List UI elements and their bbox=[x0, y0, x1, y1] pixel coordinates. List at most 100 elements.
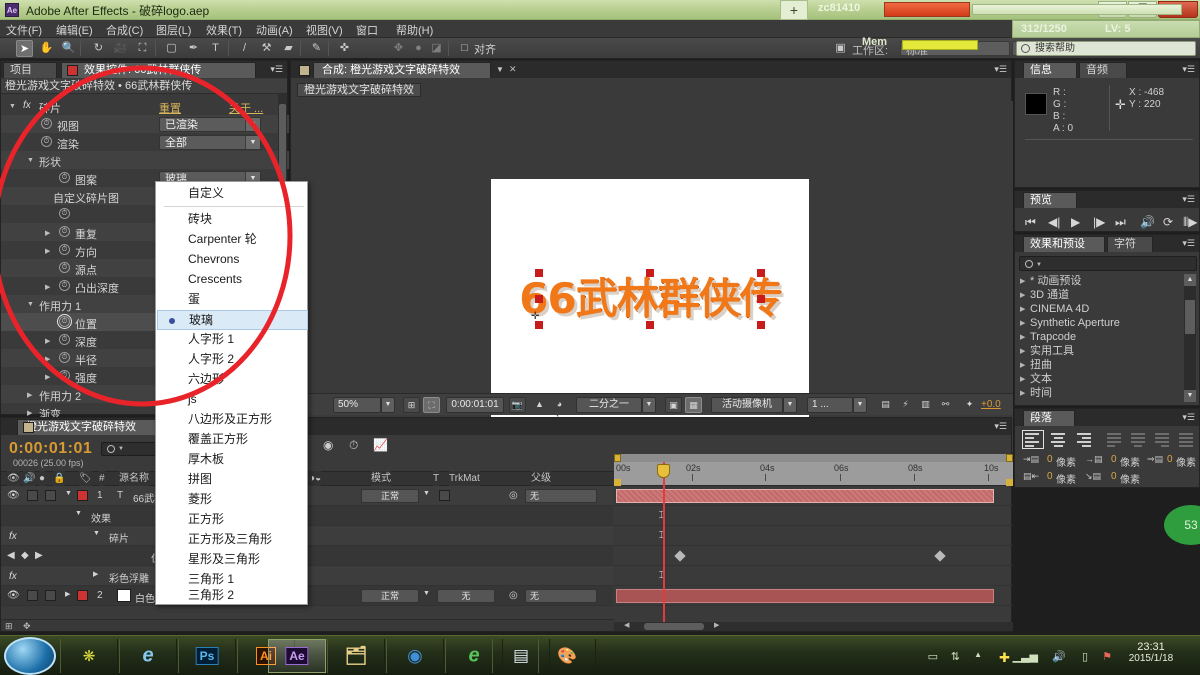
zoom-tool-icon[interactable]: 🔍 bbox=[60, 40, 77, 57]
col-label-icon[interactable]: 🏷 bbox=[79, 471, 92, 486]
effects-item-cinema4d[interactable]: ▶ CINEMA 4D bbox=[1016, 302, 1183, 316]
chevron-right-icon[interactable]: ▶ bbox=[45, 229, 50, 237]
scroll-down-icon[interactable]: ▼ bbox=[1184, 390, 1196, 402]
grid-guides-icon[interactable]: ⊞ bbox=[403, 397, 420, 413]
menu-item-hexagon[interactable]: 六边形 bbox=[157, 370, 308, 390]
minimize-button[interactable]: — bbox=[1098, 1, 1127, 18]
keyframe-toggle-icon[interactable]: ◆ bbox=[21, 550, 29, 561]
transparency-grid-icon[interactable]: ▦ bbox=[685, 397, 702, 413]
menu-item-square[interactable]: 正方形 bbox=[157, 510, 308, 530]
scrollbar-thumb[interactable] bbox=[644, 623, 704, 630]
chevron-right-icon[interactable]: ▶ bbox=[1020, 347, 1025, 355]
menu-item-egg[interactable]: 蛋 bbox=[157, 290, 308, 310]
align-center-icon[interactable] bbox=[1049, 431, 1069, 448]
prev-keyframe-icon[interactable]: ◀ bbox=[7, 550, 15, 561]
region-icon[interactable]: ▣ bbox=[665, 397, 682, 413]
panel-menu-icon[interactable]: ▾☰ bbox=[1182, 64, 1195, 75]
time-range-end[interactable] bbox=[1006, 479, 1013, 486]
effect-row-shape-group[interactable]: ▼ 形状 bbox=[1, 151, 289, 169]
tray-network-activity-icon[interactable]: ⇅ bbox=[951, 650, 960, 663]
stopwatch-icon[interactable]: ⏱ bbox=[59, 334, 70, 345]
effect-name[interactable]: 碎片 bbox=[109, 530, 129, 545]
start-button[interactable] bbox=[4, 637, 56, 675]
chevron-right-icon[interactable]: ▶ bbox=[1020, 389, 1025, 397]
menu-item-triangle-2[interactable]: 三角形 2 bbox=[157, 586, 308, 606]
work-area-start-handle[interactable] bbox=[614, 454, 621, 462]
stopwatch-icon[interactable]: ⏱ bbox=[57, 314, 72, 329]
menu-item-diamond[interactable]: 菱形 bbox=[157, 490, 308, 510]
chevron-right-icon[interactable]: ▶ bbox=[1020, 319, 1025, 327]
ram-preview-icon[interactable]: ⦀▶ bbox=[1183, 215, 1198, 230]
chevron-down-icon[interactable]: ▼ bbox=[245, 118, 260, 131]
reset-link[interactable]: 重置 bbox=[159, 100, 181, 116]
col-mode[interactable]: 模式 bbox=[371, 471, 391, 486]
track-row[interactable]: ⌶ bbox=[614, 506, 1013, 526]
pen-tool-icon[interactable]: ✒ bbox=[185, 40, 202, 57]
track-row[interactable]: ⌶ bbox=[614, 526, 1013, 546]
tab-composition[interactable]: 合成: 橙光游戏文字破碎特效 bbox=[313, 62, 491, 78]
menu-item-js[interactable]: js bbox=[157, 390, 308, 410]
tab-effect-controls[interactable]: 效果控件: 66武林群侠传 bbox=[61, 62, 256, 78]
zoom-out-icon[interactable]: ◀ bbox=[624, 621, 629, 629]
effects-scrollbar[interactable]: ▲ ▼ bbox=[1184, 274, 1196, 402]
menu-composition[interactable]: 合成(C) bbox=[106, 22, 143, 38]
menu-item-herringbone-1[interactable]: 人字形 1 bbox=[157, 330, 308, 350]
effect-row-fragment[interactable]: ▼ fx 碎片 重置 关于 ... bbox=[1, 97, 289, 115]
tab-paragraph[interactable]: 段落 bbox=[1023, 410, 1075, 426]
chevron-down-icon[interactable]: ▼ bbox=[93, 530, 100, 537]
timeline-link-icon[interactable]: ▥ bbox=[917, 397, 934, 413]
tray-action-center-icon[interactable]: ⚑ bbox=[1102, 650, 1112, 663]
help-search-input[interactable]: 搜索帮助 bbox=[1016, 41, 1196, 56]
parent-pickwhip-icon[interactable]: ◎ bbox=[509, 490, 518, 501]
chevron-right-icon[interactable]: ▶ bbox=[45, 283, 50, 291]
audio-cell[interactable] bbox=[27, 590, 38, 601]
effect-row-view[interactable]: ⏱ 视图 已渲染 ▼ bbox=[1, 115, 289, 133]
close-button[interactable]: ✕ bbox=[1158, 1, 1198, 18]
region-of-interest-icon[interactable]: ⛶ bbox=[423, 397, 440, 413]
view-count-field[interactable]: 1 ... bbox=[807, 397, 853, 413]
scrollbar-thumb[interactable] bbox=[1185, 300, 1195, 334]
col-number-icon[interactable]: # bbox=[99, 471, 105, 486]
justify-last-center-icon[interactable] bbox=[1129, 431, 1149, 448]
exposure-value[interactable]: +0.0 bbox=[981, 397, 1001, 413]
next-frame-icon[interactable]: |▶ bbox=[1093, 215, 1105, 229]
keyframe-marker[interactable] bbox=[674, 550, 686, 562]
stopwatch-icon[interactable]: ⏱ bbox=[41, 136, 52, 147]
menu-item-plank[interactable]: 厚木板 bbox=[157, 450, 308, 470]
col-parent[interactable]: 父级 bbox=[531, 471, 551, 486]
pan-behind-tool-icon[interactable]: ⛶ bbox=[134, 40, 151, 57]
stopwatch-icon[interactable]: ⏱ bbox=[59, 244, 70, 255]
selection-handle[interactable] bbox=[646, 321, 654, 329]
col-t[interactable]: T bbox=[433, 471, 440, 486]
chevron-right-icon[interactable]: ▶ bbox=[45, 373, 50, 381]
camera-dropdown-arrow[interactable]: ▼ bbox=[783, 397, 797, 413]
chevron-down-icon[interactable]: ▼ bbox=[75, 510, 82, 517]
space-after-value[interactable]: 0 bbox=[1111, 471, 1117, 482]
eye-icon[interactable]: 👁 bbox=[7, 490, 20, 501]
taskbar-explorer[interactable]: 🗂 bbox=[327, 639, 385, 673]
layer-label-swatch[interactable] bbox=[77, 590, 88, 601]
stopwatch-icon[interactable]: ⏱ bbox=[59, 172, 70, 183]
rotation-tool-icon[interactable]: ↻ bbox=[90, 40, 107, 57]
chevron-down-icon[interactable]: ▼ bbox=[118, 446, 124, 452]
audio-cell[interactable] bbox=[27, 490, 38, 501]
chevron-right-icon[interactable]: ▶ bbox=[65, 590, 70, 598]
tab-audio[interactable]: 音频 bbox=[1079, 62, 1127, 78]
effect-name[interactable]: 彩色浮雕 bbox=[109, 570, 149, 585]
tab-timeline[interactable]: 橙光游戏文字破碎特效 bbox=[17, 419, 165, 435]
first-frame-icon[interactable]: ⏮ bbox=[1025, 215, 1036, 230]
timeline-brainstorm-icon[interactable]: ◉ bbox=[323, 438, 333, 452]
loop-icon[interactable]: ⟳ bbox=[1163, 215, 1173, 229]
close-icon[interactable]: ✕ bbox=[509, 64, 517, 75]
selection-handle[interactable] bbox=[757, 321, 765, 329]
stopwatch-icon[interactable]: ⏱ bbox=[59, 262, 70, 273]
tray-show-hidden-icon[interactable]: ▲ bbox=[974, 650, 982, 659]
menu-item-puzzle[interactable]: 拼图 bbox=[157, 470, 308, 490]
eraser-tool-icon[interactable]: ▰ bbox=[280, 40, 297, 57]
prev-frame-icon[interactable]: ◀| bbox=[1048, 215, 1060, 229]
menu-effect[interactable]: 效果(T) bbox=[206, 22, 242, 38]
stopwatch-icon[interactable]: ⏱ bbox=[59, 352, 70, 363]
track-row[interactable] bbox=[614, 546, 1013, 566]
taskbar-photoshop[interactable]: Ps bbox=[178, 639, 236, 673]
effects-item-utility[interactable]: ▶ 实用工具 bbox=[1016, 344, 1183, 358]
